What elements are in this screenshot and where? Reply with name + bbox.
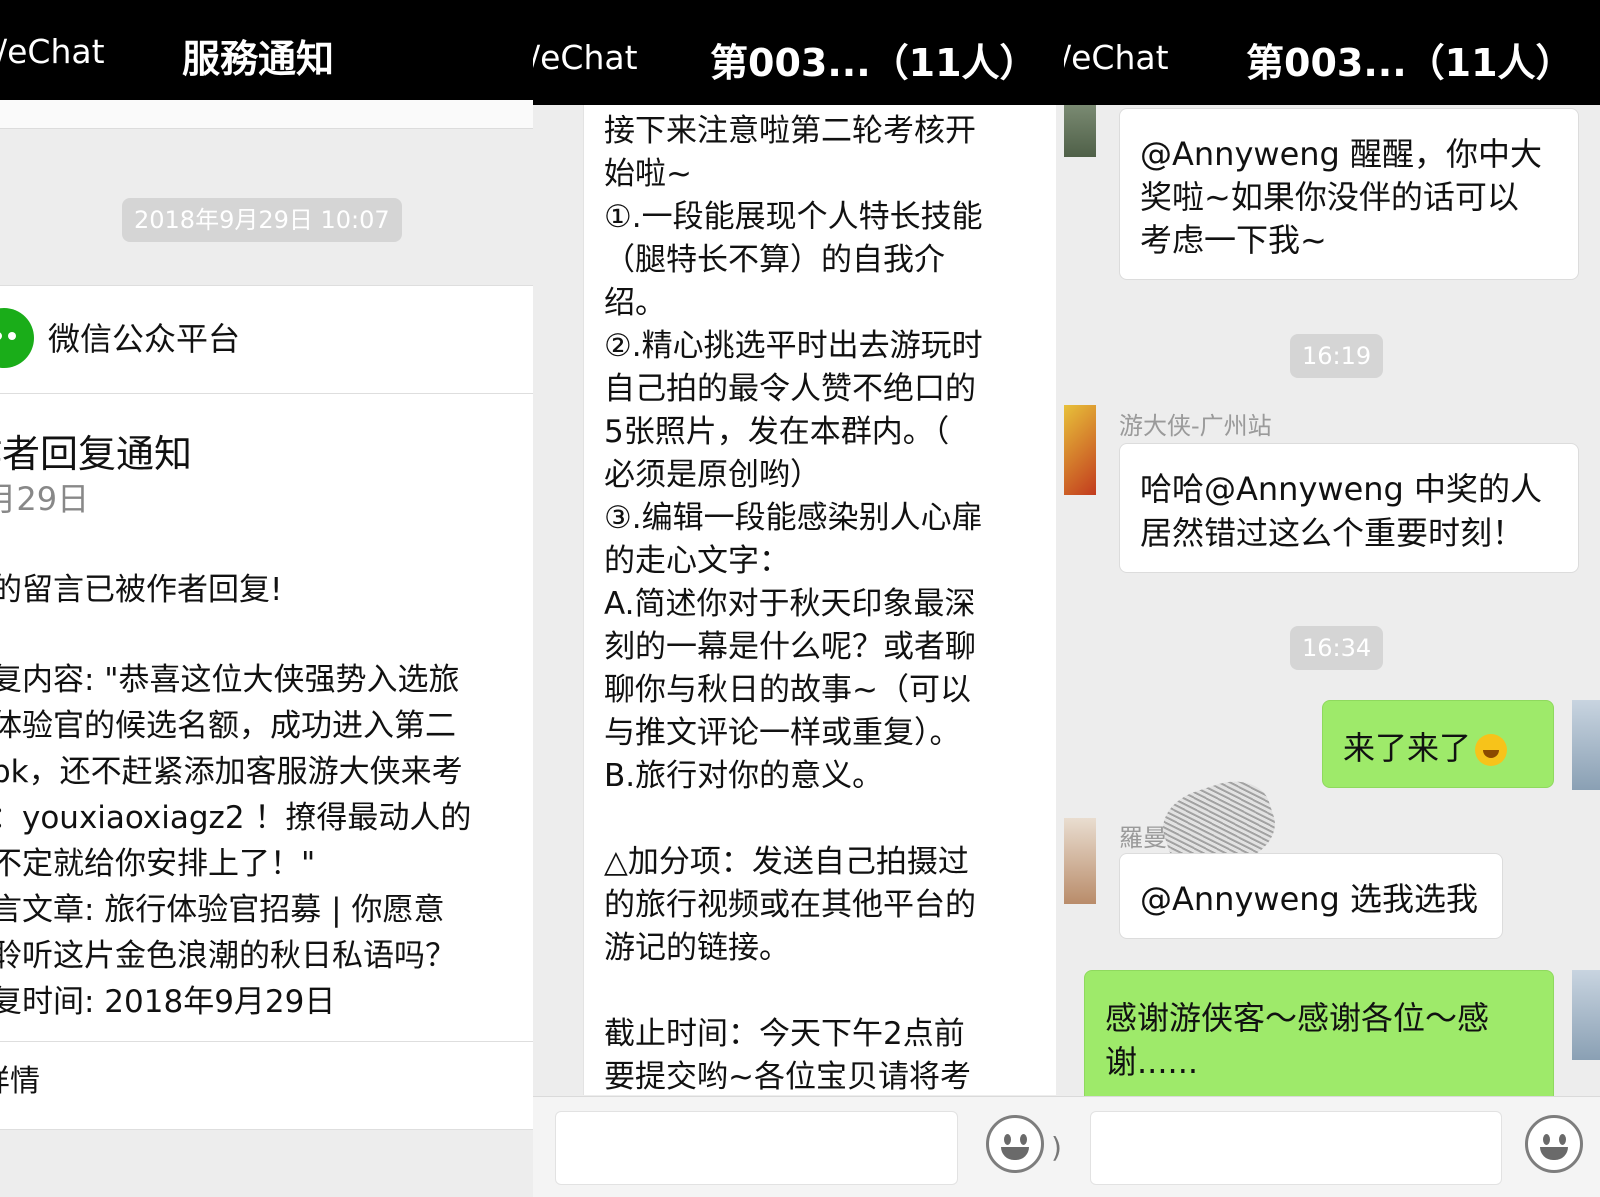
back-button[interactable]: /eChat	[0, 32, 105, 71]
message-line: 奖啦~如果你没伴的话可以	[1140, 178, 1519, 216]
message-line: △加分项：发送自己拍摄过	[604, 844, 969, 880]
back-button[interactable]: /eChat	[533, 38, 638, 77]
message-bubble[interactable]: @Annyweng 选我选我	[1119, 853, 1503, 939]
message-line: 接下来注意啦第二轮考核开	[604, 113, 976, 149]
nav-bar: /eChat 第003...（11人）	[533, 0, 1064, 105]
notification-card[interactable]: 微信公众平台 作者回复通知 9月29日 你的留言已被作者回复! 回复内容: "恭…	[0, 285, 533, 1130]
message-line: ③.编辑一段能感染别人心扉	[604, 500, 983, 536]
avatar[interactable]	[1064, 405, 1096, 495]
input-bar	[1064, 1096, 1600, 1197]
message-line: 与推文评论一样或重复）。	[604, 715, 961, 751]
notice-line: 行体验官的候选名额，成功进入第二	[0, 708, 456, 744]
outgoing-message-bubble[interactable]: 感谢游侠客～感谢各位～感 谢......	[1084, 970, 1554, 1104]
message-line: B.旅行对你的意义。	[604, 758, 884, 794]
message-line: 来了来了	[1343, 729, 1472, 767]
details-link[interactable]: 详情	[0, 1056, 40, 1100]
page-title: 服務通知	[182, 37, 335, 81]
wechat-logo-icon	[0, 308, 34, 368]
message-line: 聊你与秋日的故事~（可以	[604, 672, 971, 708]
self-avatar[interactable]	[1572, 970, 1600, 1060]
notice-line: 回复时间: 2018年9月29日	[0, 984, 336, 1020]
notice-date: 9月29日	[0, 480, 90, 518]
notice-line: 轮pk，还不赶紧添加客服游大侠来考	[0, 754, 463, 790]
avatar[interactable]	[1064, 818, 1096, 904]
message-line: @Annyweng 选我选我	[1140, 880, 1479, 918]
message-input[interactable]	[1090, 1111, 1502, 1185]
chat-title: 第003...（11人）	[1246, 41, 1574, 85]
laughing-emoji-icon	[1475, 734, 1508, 766]
notice-line: 说不定就给你安排上了！"	[0, 846, 316, 882]
emoji-button-icon[interactable]	[986, 1115, 1044, 1173]
outgoing-message-bubble[interactable]: 来了来了	[1322, 700, 1554, 788]
group-chat-panel-2: /eChat 第003...（11人） @Annyweng 醒醒，你中大 奖啦~…	[1064, 0, 1600, 1197]
message-bubble[interactable]: @Annyweng 醒醒，你中大 奖啦~如果你没伴的话可以 考虑一下我~	[1119, 108, 1579, 280]
message-line: 哈哈@Annyweng 中奖的人	[1140, 470, 1543, 508]
notice-line: 回复内容: "恭喜这位大侠强势入选旅	[0, 662, 460, 698]
notice-line: 来聆听这片金色浪潮的秋日私语吗？	[0, 938, 456, 974]
input-bar: )	[533, 1096, 1064, 1197]
message-line: @Annyweng 醒醒，你中大	[1140, 135, 1543, 173]
message-line: 始啦~	[604, 156, 692, 192]
message-line: （腿特长不算）的自我介	[604, 242, 945, 278]
source-name: 微信公众平台	[48, 320, 241, 358]
timestamp-pill: 16:34	[1290, 626, 1384, 670]
group-chat-panel-1: /eChat 第003...（11人） 接下来注意啦第二轮考核开 始啦~ ①.一…	[533, 0, 1064, 1197]
message-line: ②.精心挑选平时出去游玩时	[604, 328, 983, 364]
message-line: 的走心文字：	[604, 543, 790, 579]
message-bubble[interactable]: 接下来注意啦第二轮考核开 始啦~ ①.一段能展现个人特长技能 （腿特长不算）的自…	[583, 105, 1056, 1095]
message-line: 必须是原创哟）	[604, 457, 821, 493]
avatar[interactable]	[1064, 105, 1096, 157]
message-line: 截止时间：今天下午2点前	[604, 1016, 965, 1052]
message-line: ①.一段能展现个人特长技能	[604, 199, 983, 235]
notice-line: 你的留言已被作者回复!	[0, 572, 283, 608]
back-button[interactable]: /eChat	[1064, 38, 1169, 77]
timestamp-pill: 2018年9月29日 10:07	[122, 198, 402, 242]
message-line: 考虑一下我~	[1140, 221, 1327, 259]
notice-line: 留言文章: 旅行体验官招募 | 你愿意	[0, 892, 445, 928]
message-bubble[interactable]: 哈哈@Annyweng 中奖的人 居然错过这么个重要时刻！	[1119, 443, 1579, 573]
message-line: 绍。	[604, 285, 666, 321]
message-input[interactable]	[555, 1111, 958, 1185]
notice-title: 作者回复通知	[0, 432, 193, 476]
message-line: 的旅行视频或在其他平台的	[604, 887, 976, 923]
nav-bar: /eChat 第003...（11人）	[1064, 0, 1600, 105]
self-avatar[interactable]	[1572, 700, 1600, 790]
message-line: 游记的链接。	[604, 930, 790, 966]
emoji-button-icon[interactable]	[1525, 1115, 1583, 1173]
cut-off-glyph: )	[1051, 1131, 1062, 1164]
sender-name: 羅曼	[1119, 824, 1167, 852]
timestamp-pill: 16:19	[1290, 334, 1384, 378]
sender-name: 游大侠-广州站	[1119, 412, 1272, 440]
previous-card-edge	[0, 100, 533, 129]
service-notification-panel: /eChat 服務通知 2018年9月29日 10:07 微信公众平台 作者回复…	[0, 0, 533, 1197]
divider	[0, 1041, 533, 1042]
message-line: 5张照片，发在本群内。（	[604, 414, 950, 450]
message-line: 谢......	[1105, 1043, 1199, 1081]
message-line: 感谢游侠客～感谢各位～感	[1105, 999, 1490, 1037]
message-line: 要提交哟~各位宝贝请将考	[604, 1059, 971, 1095]
message-line: 刻的一幕是什么呢？或者聊	[604, 629, 976, 665]
message-line: A.简述你对于秋天印象最深	[604, 586, 976, 622]
notice-line: 核：youxiaoxiagz2 ！撩得最动人的	[0, 800, 472, 836]
message-line: 居然错过这么个重要时刻！	[1140, 514, 1525, 552]
nav-bar: /eChat 服務通知	[0, 0, 533, 100]
message-line: 自己拍的最令人赞不绝口的	[604, 371, 976, 407]
chat-title: 第003...（11人）	[710, 41, 1038, 85]
divider	[0, 393, 533, 394]
